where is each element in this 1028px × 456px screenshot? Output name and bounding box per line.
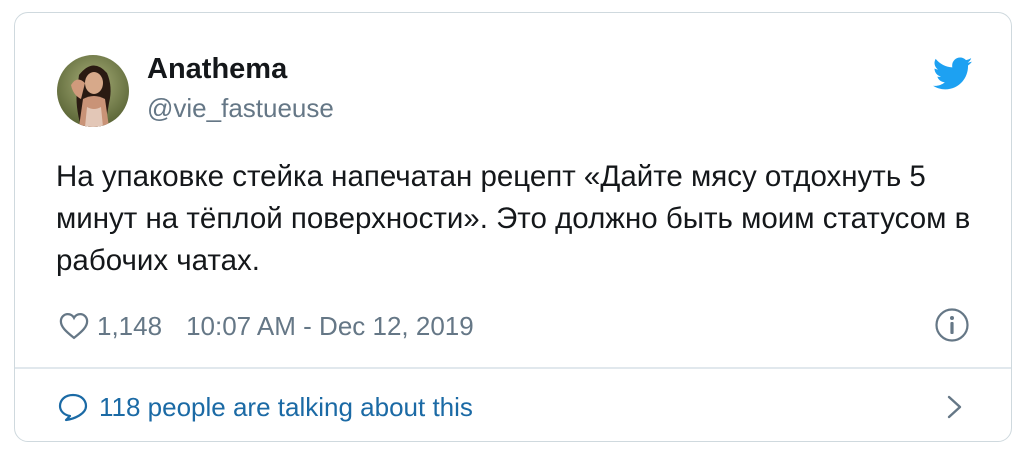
tweet-card[interactable]: Anathema @vie_fastueuse На упаковке стей… — [14, 12, 1012, 442]
conversation-label[interactable]: 118 people are talking about this — [99, 392, 473, 423]
heart-icon[interactable] — [59, 312, 89, 340]
author-name[interactable]: Anathema — [147, 53, 287, 86]
avatar[interactable] — [57, 55, 129, 127]
divider — [15, 367, 1011, 369]
author-handle[interactable]: @vie_fastueuse — [147, 93, 334, 124]
speech-bubble-icon — [57, 392, 89, 422]
timestamp[interactable]: 10:07 AM - Dec 12, 2019 — [186, 311, 474, 342]
twitter-bird-icon[interactable] — [932, 57, 973, 91]
info-icon[interactable] — [934, 307, 970, 343]
chevron-right-icon[interactable] — [945, 393, 965, 421]
tweet-meta: 1,148 10:07 AM - Dec 12, 2019 — [59, 307, 474, 345]
conversation-link[interactable]: 118 people are talking about this — [57, 387, 473, 427]
avatar-image — [57, 55, 129, 127]
tweet-text: На упаковке стейка напечатан рецепт «Дай… — [56, 160, 971, 277]
like-count[interactable]: 1,148 — [97, 311, 162, 342]
